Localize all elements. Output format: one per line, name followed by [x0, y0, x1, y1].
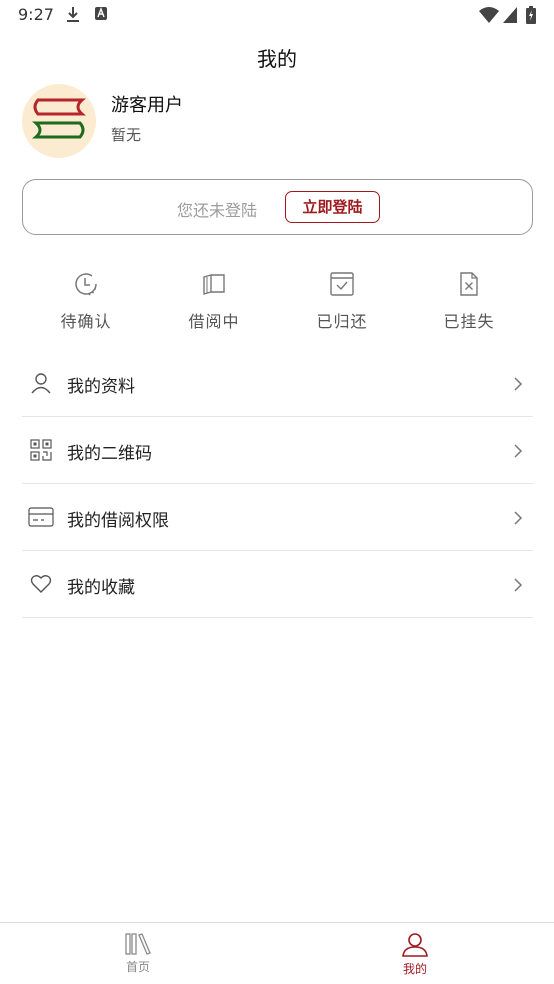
avatar[interactable] — [22, 84, 96, 158]
page-title: 我的 — [257, 47, 297, 71]
menu-item-label: 我的资料 — [67, 377, 135, 397]
bottom-nav: 首页 我的 — [0, 922, 554, 984]
signal-icon — [502, 6, 518, 28]
menu-item-my-qrcode[interactable]: 我的二维码 — [22, 417, 533, 484]
heart-icon — [30, 573, 52, 599]
menu-item-borrow-permission[interactable]: 我的借阅权限 — [22, 484, 533, 551]
status-time: 9:27 — [18, 5, 54, 24]
login-button[interactable]: 立即登陆 — [285, 191, 380, 223]
shortcut-label: 已归还 — [316, 312, 368, 331]
open-book-icon — [203, 274, 225, 295]
shortcut-returned[interactable]: 已归还 — [278, 268, 406, 332]
menu-item-my-favorites[interactable]: 我的收藏 — [22, 551, 533, 618]
menu-item-my-profile[interactable]: 我的资料 — [22, 350, 533, 417]
chevron-right-icon — [513, 510, 523, 530]
chevron-right-icon — [513, 577, 523, 597]
menu-item-label: 我的二维码 — [67, 444, 152, 464]
borrow-status-shortcuts: 待确认 借阅中 已归还 已挂失 — [22, 268, 533, 332]
nav-label: 我的 — [402, 962, 427, 976]
shortcut-label: 待确认 — [60, 312, 112, 331]
shortcut-borrowing[interactable]: 借阅中 — [150, 268, 278, 332]
login-hint: 您还未登陆 — [177, 201, 258, 220]
chevron-right-icon — [513, 376, 523, 396]
download-icon — [66, 6, 80, 28]
card-icon — [28, 506, 54, 532]
nav-tab-home[interactable]: 首页 — [78, 923, 198, 984]
menu-item-label: 我的收藏 — [67, 578, 135, 598]
login-card: 您还未登陆 立即登陆 — [22, 179, 533, 235]
clock-icon — [75, 273, 97, 296]
shortcut-pending[interactable]: 待确认 — [22, 268, 150, 332]
shortcut-label: 已挂失 — [443, 312, 495, 331]
status-bar: 9:27 — [0, 0, 554, 30]
battery-icon — [526, 6, 536, 28]
chevron-right-icon — [513, 443, 523, 463]
a-badge-icon — [94, 6, 108, 26]
profile-menu: 我的资料 我的二维码 我的借阅权限 我的收藏 — [22, 350, 533, 618]
user-subtitle: 暂无 — [111, 126, 142, 144]
shortcut-reported-lost[interactable]: 已挂失 — [405, 268, 533, 332]
calendar-check-icon — [330, 272, 354, 296]
nav-tab-mine[interactable]: 我的 — [355, 923, 475, 984]
nav-label: 首页 — [125, 960, 150, 974]
qrcode-icon — [30, 439, 52, 465]
username: 游客用户 — [111, 95, 183, 116]
person-icon — [402, 933, 428, 957]
document-x-icon — [460, 272, 478, 296]
wifi-icon — [478, 6, 500, 28]
library-icon — [125, 933, 151, 955]
person-icon — [30, 372, 52, 398]
shortcut-label: 借阅中 — [188, 312, 240, 331]
menu-item-label: 我的借阅权限 — [67, 511, 169, 531]
books-icon — [32, 98, 86, 139]
